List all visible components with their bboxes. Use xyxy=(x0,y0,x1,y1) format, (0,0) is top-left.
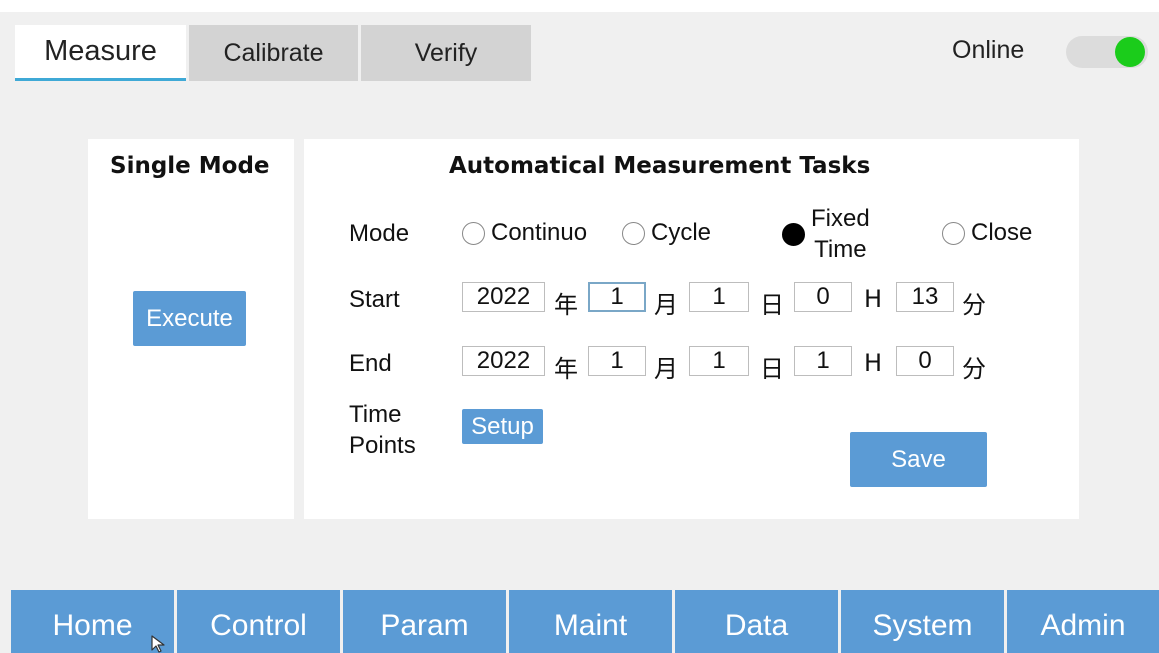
year-unit: 年 xyxy=(554,291,578,319)
single-mode-panel: Single Mode Execute xyxy=(88,139,294,519)
start-minute-field[interactable]: 13 xyxy=(896,282,954,312)
month-unit: 月 xyxy=(654,291,678,319)
hour-unit: H xyxy=(864,285,883,313)
tab-verify[interactable]: Verify xyxy=(361,25,531,81)
time-points-line2: Points xyxy=(349,432,416,459)
radio-label: Close xyxy=(971,219,1033,246)
start-month-field[interactable]: 1 xyxy=(588,282,646,312)
time-points-label: Time Points xyxy=(349,399,416,461)
save-button[interactable]: Save xyxy=(850,432,987,487)
day-unit: 日 xyxy=(760,291,784,319)
end-hour-field[interactable]: 1 xyxy=(794,346,852,376)
start-day-field[interactable]: 1 xyxy=(689,282,749,312)
mode-radio-cycle[interactable]: Cycle xyxy=(622,219,711,247)
execute-button[interactable]: Execute xyxy=(133,291,246,346)
nav-param[interactable]: Param xyxy=(343,590,506,653)
online-label: Online xyxy=(952,36,1025,64)
app-screen: Measure Calibrate Verify Online Single M… xyxy=(0,0,1159,653)
minute-unit: 分 xyxy=(962,291,986,319)
end-day-field[interactable]: 1 xyxy=(689,346,749,376)
tab-measure[interactable]: Measure xyxy=(15,25,186,81)
radio-off-icon xyxy=(462,221,485,245)
end-label: End xyxy=(349,350,392,377)
end-minute-field[interactable]: 0 xyxy=(896,346,954,376)
top-strip xyxy=(0,0,1159,12)
radio-label: Cycle xyxy=(651,219,712,246)
mode-radio-close[interactable]: Close xyxy=(942,219,1032,247)
month-unit: 月 xyxy=(654,355,678,383)
online-toggle[interactable] xyxy=(1066,36,1148,68)
auto-tasks-title: Automatical Measurement Tasks xyxy=(449,153,871,179)
nav-control[interactable]: Control xyxy=(177,590,340,653)
hour-unit: H xyxy=(864,349,883,377)
nav-admin[interactable]: Admin xyxy=(1007,590,1159,653)
mouse-cursor-icon xyxy=(151,635,165,653)
start-year-field[interactable]: 2022 xyxy=(462,282,545,312)
radio-label-line2: Time xyxy=(814,236,867,263)
radio-label: Fixed Time xyxy=(811,203,870,265)
mode-label: Mode xyxy=(349,220,410,247)
nav-data[interactable]: Data xyxy=(675,590,838,653)
nav-system[interactable]: System xyxy=(841,590,1004,653)
nav-home[interactable]: Home xyxy=(11,590,174,653)
start-label: Start xyxy=(349,286,400,313)
mode-radio-fixed-time[interactable]: Fixed Time xyxy=(782,203,870,265)
setup-button[interactable]: Setup xyxy=(462,409,543,444)
radio-label: Continuo xyxy=(491,219,588,246)
nav-maint[interactable]: Maint xyxy=(509,590,672,653)
single-mode-title: Single Mode xyxy=(110,153,270,179)
radio-off-icon xyxy=(622,221,645,245)
minute-unit: 分 xyxy=(962,355,986,383)
radio-off-icon xyxy=(942,221,965,245)
start-hour-field[interactable]: 0 xyxy=(794,282,852,312)
end-year-field[interactable]: 2022 xyxy=(462,346,545,376)
end-month-field[interactable]: 1 xyxy=(588,346,646,376)
time-points-line1: Time xyxy=(349,401,402,428)
auto-tasks-panel: Automatical Measurement Tasks Mode Conti… xyxy=(304,139,1079,519)
mode-radio-continuo[interactable]: Continuo xyxy=(462,219,587,247)
day-unit: 日 xyxy=(760,355,784,383)
year-unit: 年 xyxy=(554,355,578,383)
tab-calibrate[interactable]: Calibrate xyxy=(189,25,358,81)
radio-label-line1: Fixed xyxy=(811,205,870,232)
toggle-knob xyxy=(1115,37,1145,67)
radio-on-icon xyxy=(782,222,805,246)
